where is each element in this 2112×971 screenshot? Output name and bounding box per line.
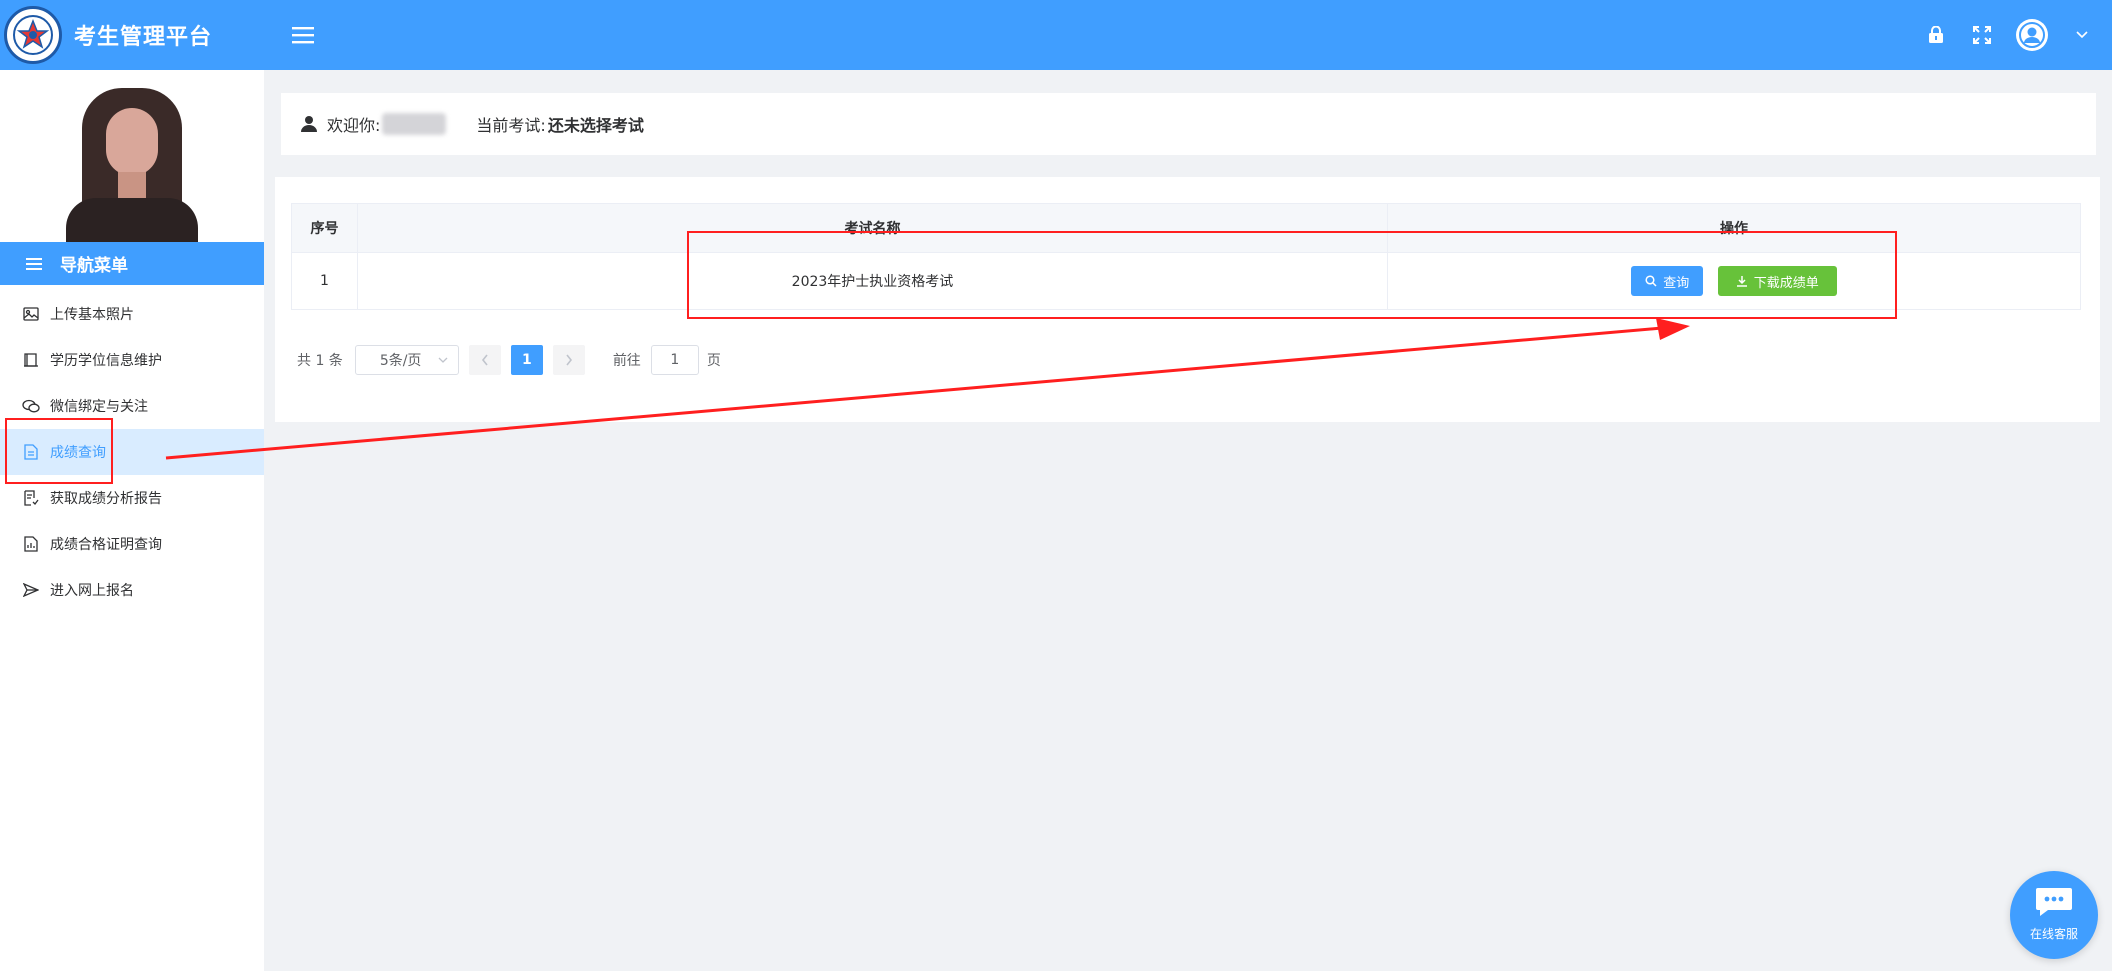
welcome-bar: 欢迎你: 当前考试: 还未选择考试	[281, 93, 2096, 155]
header-actions	[1924, 0, 2094, 70]
annotation-box-table	[687, 231, 1897, 319]
sidebar: 导航菜单 上传基本照片 学历学位信息维护 微信绑定与关注 成绩查询 获取成绩分析…	[0, 70, 264, 971]
user-avatar-icon[interactable]	[2016, 19, 2048, 51]
current-exam-value: 还未选择考试	[547, 116, 644, 135]
avatar-photo	[66, 88, 198, 248]
page-unit-label: 页	[706, 353, 721, 369]
image-icon	[22, 305, 40, 323]
goto-label: 前往	[612, 353, 641, 369]
sidebar-item-education[interactable]: 学历学位信息维护	[0, 337, 264, 383]
current-exam-label: 当前考试:	[476, 116, 546, 135]
logo	[4, 6, 62, 64]
chevron-right-icon	[566, 354, 572, 366]
menu-list-icon	[26, 257, 42, 270]
book-icon	[22, 351, 40, 369]
total-count: 共 1 条	[297, 353, 343, 369]
user-icon	[301, 115, 317, 133]
online-support-label: 在线客服	[2029, 927, 2078, 941]
sidebar-item-label: 学历学位信息维护	[50, 353, 162, 369]
page-size-select[interactable]: 5条/页	[354, 345, 459, 375]
chevron-left-icon	[481, 354, 488, 366]
sidebar-item-upload-photo[interactable]: 上传基本照片	[0, 291, 264, 337]
nav-menu-title: 导航菜单	[60, 256, 128, 276]
greeting-label: 欢迎你:	[327, 116, 381, 135]
blurred-username	[382, 113, 447, 135]
header-index: 序号	[291, 203, 358, 253]
goto-page-input[interactable]: 1	[650, 345, 699, 375]
chat-bubble-icon	[2034, 884, 2074, 921]
nav-menu-header: 导航菜单	[0, 242, 264, 285]
sidebar-item-certificate[interactable]: 成绩合格证明查询	[0, 521, 264, 567]
sidebar-item-label: 进入网上报名	[50, 583, 134, 599]
chevron-down-icon[interactable]	[2070, 23, 2094, 47]
page-size-value: 5条/页	[379, 353, 422, 369]
annotation-box-sidebar	[5, 418, 113, 484]
certificate-icon	[22, 535, 40, 553]
sidebar-item-label: 获取成绩分析报告	[50, 491, 162, 507]
brand: 考生管理平台	[0, 0, 264, 70]
sidebar-item-online-registration[interactable]: 进入网上报名	[0, 567, 264, 613]
page-number-current[interactable]: 1	[510, 345, 543, 375]
wechat-icon	[22, 397, 40, 415]
next-page-button[interactable]	[552, 345, 585, 375]
app-title: 考生管理平台	[74, 25, 213, 50]
hamburger-icon[interactable]	[290, 22, 316, 48]
report-icon	[22, 489, 40, 507]
pagination: 共 1 条 5条/页 1 前往 1 页	[297, 345, 721, 375]
chevron-down-icon	[438, 357, 448, 363]
online-support-button[interactable]: 在线客服	[2010, 871, 2098, 959]
row-index: 1	[291, 252, 358, 310]
lock-icon[interactable]	[1924, 23, 1948, 47]
fullscreen-icon[interactable]	[1970, 23, 1994, 47]
prev-page-button[interactable]	[468, 345, 501, 375]
sidebar-item-label: 成绩合格证明查询	[50, 537, 162, 553]
sidebar-item-label: 微信绑定与关注	[50, 399, 148, 415]
sidebar-item-label: 上传基本照片	[50, 307, 134, 323]
top-bar: 考生管理平台	[0, 0, 2112, 70]
send-icon	[22, 581, 40, 599]
